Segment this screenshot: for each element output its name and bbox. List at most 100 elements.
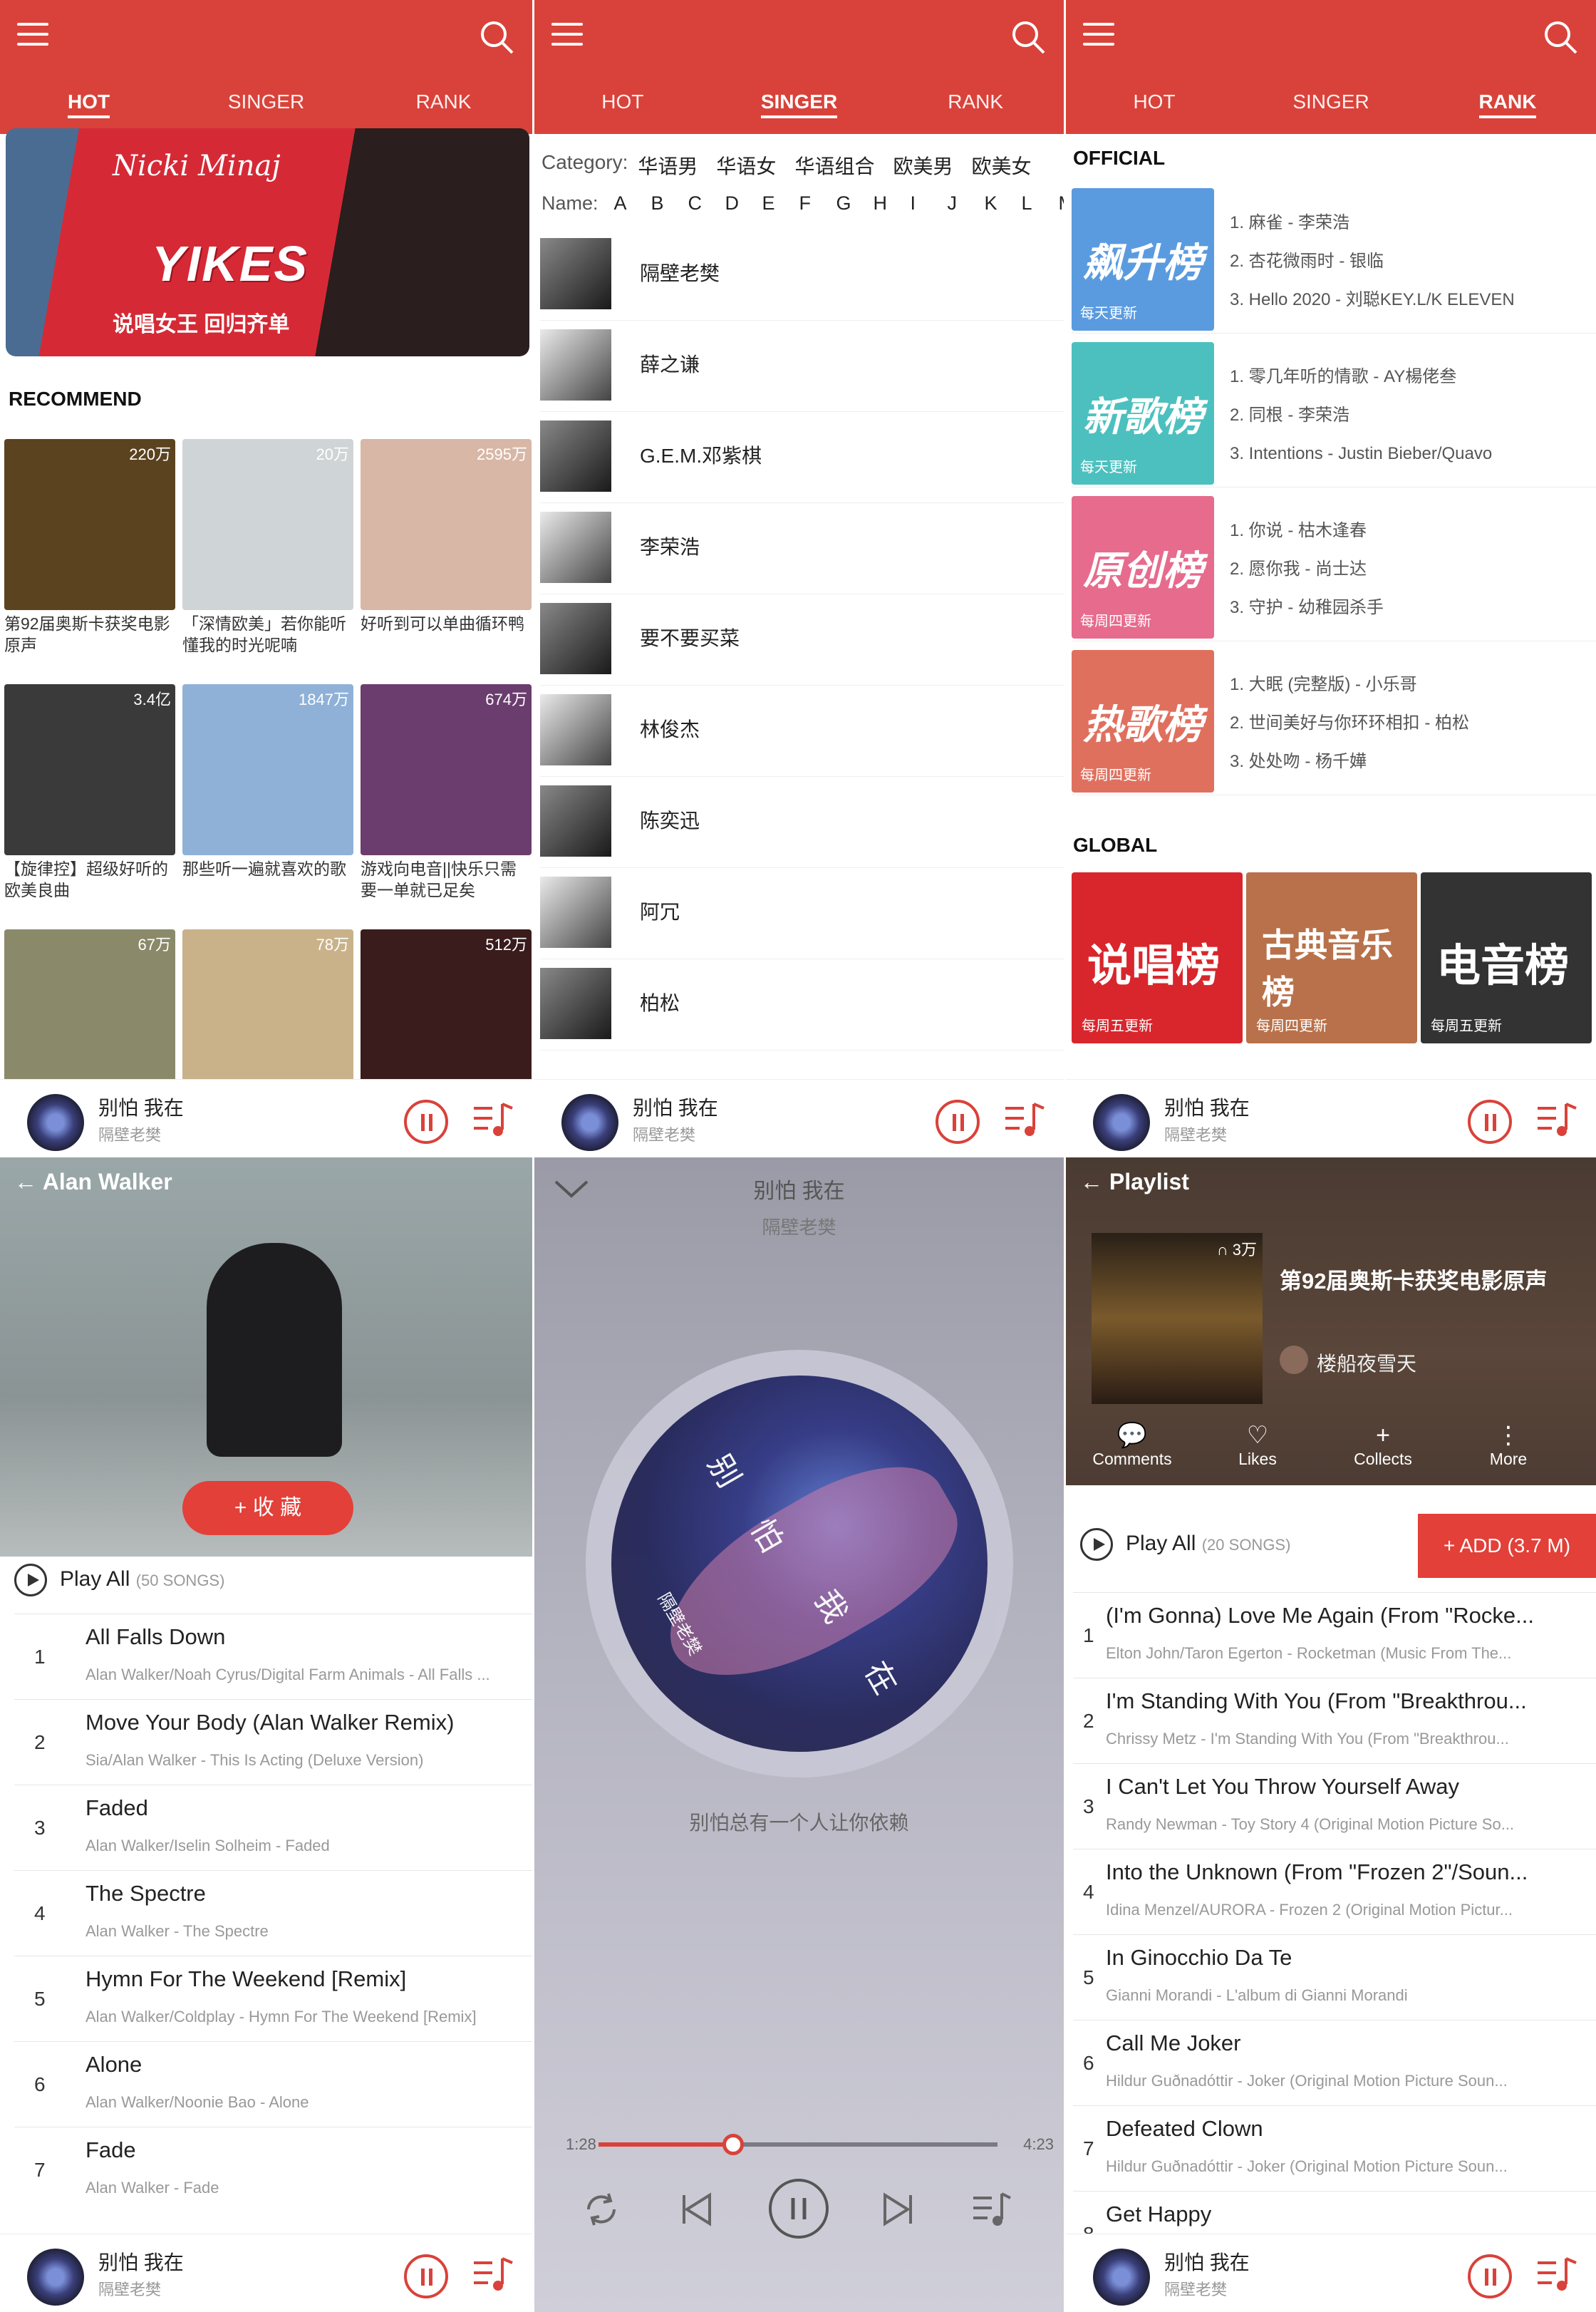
category-item[interactable]: 华语女 — [716, 151, 776, 180]
mini-player[interactable]: 别怕 我在 隔壁老樊 — [0, 1079, 532, 1157]
song-row[interactable]: 7 Fade Alan Walker - Fade — [14, 2127, 532, 2212]
letter-item[interactable]: B — [651, 192, 688, 215]
chart-row[interactable]: 飙升榜 每天更新 1. 麻雀 - 李荣浩 2. 杏花微雨时 - 银临 3. Hello … — [1072, 185, 1596, 334]
song-row[interactable]: 3 I Can't Let You Throw Yourself Away Rand… — [1073, 1763, 1596, 1849]
category-item[interactable]: 华语男 — [638, 151, 698, 180]
letter-item[interactable]: G — [836, 192, 874, 215]
singer-row[interactable]: 要不要买菜 — [540, 594, 1064, 686]
letter-item[interactable]: I — [911, 192, 948, 215]
search-icon[interactable] — [1542, 19, 1579, 56]
play-all-button[interactable]: Play All (20 SONGS) — [1080, 1528, 1290, 1561]
category-item[interactable]: 欧美男 — [893, 151, 953, 180]
menu-icon[interactable] — [17, 23, 48, 48]
previous-icon[interactable] — [675, 2188, 718, 2231]
letter-item[interactable]: C — [688, 192, 725, 215]
playlist-card[interactable]: 674万 游戏向电音||快乐只需要一单就已足矣 — [361, 684, 532, 901]
letter-item[interactable]: A — [614, 192, 651, 215]
letter-item[interactable]: D — [725, 192, 762, 215]
chart-row[interactable]: 热歌榜 每周四更新 1. 大眠 (完整版) - 小乐哥 2. 世间美好与你环环相扣 -… — [1072, 647, 1596, 795]
creator-name[interactable]: 楼船夜雪天 — [1317, 1348, 1416, 1377]
category-item[interactable]: 欧美女 — [971, 151, 1031, 180]
letter-item[interactable]: F — [799, 192, 836, 215]
collect-button[interactable]: + 收 藏 — [182, 1481, 353, 1535]
pause-button[interactable] — [1468, 2254, 1512, 2298]
playlist-card[interactable]: 512万 — [361, 929, 532, 1103]
letter-item[interactable]: L — [1022, 192, 1059, 215]
song-row[interactable]: 3 Faded Alan Walker/Iselin Solheim - Faded — [14, 1785, 532, 1870]
singer-row[interactable]: 柏松 — [540, 959, 1064, 1051]
singer-row[interactable]: 林俊杰 — [540, 686, 1064, 777]
song-row[interactable]: 7 Defeated Clown Hildur Guðnadóttir - Joke… — [1073, 2105, 1596, 2191]
tab-hot[interactable]: HOT — [534, 86, 711, 121]
action-collects[interactable]: + Collects — [1317, 1421, 1449, 1469]
song-row[interactable]: 1 All Falls Down Alan Walker/Noah Cyrus/Di… — [14, 1614, 532, 1699]
letter-item[interactable]: K — [985, 192, 1022, 215]
singer-row[interactable]: 隔壁老樊 — [540, 229, 1064, 321]
menu-icon[interactable] — [551, 23, 583, 48]
singer-row[interactable]: G.E.M.邓紫棋 — [540, 412, 1064, 503]
chart-row[interactable]: 新歌榜 每天更新 1. 零几年听的情歌 - AY楊佬叁 2. 同根 - 李荣浩 3. I… — [1072, 339, 1596, 487]
next-icon[interactable] — [876, 2188, 919, 2231]
playlist-icon[interactable] — [1002, 1098, 1047, 1142]
action-comments[interactable]: 💬 Comments — [1066, 1421, 1198, 1469]
playlist-card[interactable]: 2595万 好听到可以单曲循环鸭 — [361, 439, 532, 634]
add-button[interactable]: + ADD (3.7 M) — [1418, 1514, 1596, 1578]
playlist-icon[interactable] — [1535, 2253, 1579, 2297]
song-row[interactable]: 4 The Spectre Alan Walker - The Spectre — [14, 1870, 532, 1956]
song-row[interactable]: 6 Call Me Joker Hildur Guðnadóttir - Joker… — [1073, 2020, 1596, 2105]
action-likes[interactable]: ♡ Likes — [1191, 1421, 1324, 1469]
pause-button[interactable] — [936, 1100, 980, 1144]
singer-row[interactable]: 陈奕迅 — [540, 777, 1064, 868]
playlist-card[interactable]: 3.4亿 【旋律控】超级好听的欧美良曲 — [4, 684, 175, 901]
letter-item[interactable]: E — [762, 192, 799, 215]
tab-rank[interactable]: RANK — [1419, 86, 1596, 121]
menu-icon[interactable] — [1083, 23, 1114, 48]
tab-hot[interactable]: HOT — [0, 86, 177, 121]
playlist-card[interactable]: 1847万 那些听一遍就喜欢的歌 — [182, 684, 353, 879]
playlist-icon[interactable] — [1535, 1098, 1579, 1142]
song-row[interactable]: 5 In Ginocchio Da Te Gianni Morandi - L'al… — [1073, 1934, 1596, 2020]
banner[interactable]: Nicki Minaj YIKES 说唱女王 回归齐单 — [6, 128, 529, 356]
playlist-icon[interactable] — [970, 2188, 1013, 2231]
tab-rank[interactable]: RANK — [355, 86, 532, 121]
playlist-icon[interactable] — [471, 1098, 515, 1142]
tab-singer[interactable]: SINGER — [1243, 86, 1419, 121]
search-icon[interactable] — [478, 19, 515, 56]
singer-row[interactable]: 阿冗 — [540, 868, 1064, 959]
song-row[interactable]: 2 I'm Standing With You (From "Breakthrou… — [1073, 1678, 1596, 1763]
global-chart[interactable]: 说唱榜 每周五更新 — [1072, 872, 1243, 1043]
song-row[interactable]: 5 Hymn For The Weekend [Remix] Alan Walker… — [14, 1956, 532, 2041]
song-row[interactable]: 2 Move Your Body (Alan Walker Remix) Sia/A… — [14, 1699, 532, 1785]
playlist-card[interactable]: 78万 — [182, 929, 353, 1103]
tab-hot[interactable]: HOT — [1066, 86, 1243, 121]
mini-player[interactable]: 别怕 我在 隔壁老樊 — [534, 1079, 1064, 1157]
global-chart[interactable]: 古典音乐榜 每周四更新 — [1246, 872, 1417, 1043]
letter-item[interactable]: H — [874, 192, 911, 215]
playlist-card[interactable]: 220万 第92届奥斯卡获奖电影原声 — [4, 439, 175, 656]
tab-rank[interactable]: RANK — [887, 86, 1064, 121]
action-more[interactable]: ⋮ More — [1442, 1421, 1575, 1469]
progress-bar[interactable] — [598, 2134, 998, 2155]
pause-button[interactable] — [767, 2177, 831, 2241]
back-button[interactable]: ← Alan Walker — [14, 1169, 172, 1195]
pause-button[interactable] — [404, 1100, 448, 1144]
global-chart[interactable]: 电音榜 每周五更新 — [1421, 872, 1592, 1043]
pause-button[interactable] — [1468, 1100, 1512, 1144]
playlist-card[interactable]: 67万 — [4, 929, 175, 1103]
tab-singer[interactable]: SINGER — [177, 86, 355, 121]
mini-player[interactable]: 别怕 我在 隔壁老樊 — [1066, 1079, 1596, 1157]
playlist-icon[interactable] — [471, 2253, 515, 2297]
chart-row[interactable]: 原创榜 每周四更新 1. 你说 - 枯木逢春 2. 愿你我 - 尚士达 3. 守护 - … — [1072, 493, 1596, 641]
play-all-button[interactable]: Play All (50 SONGS) — [14, 1564, 224, 1596]
song-row[interactable]: 6 Alone Alan Walker/Noonie Bao - Alone — [14, 2041, 532, 2127]
tab-singer[interactable]: SINGER — [711, 86, 888, 121]
letter-item[interactable]: J — [948, 192, 985, 215]
singer-row[interactable]: 薛之谦 — [540, 321, 1064, 412]
progress-knob[interactable] — [722, 2134, 744, 2155]
mini-player[interactable]: 别怕 我在 隔壁老樊 — [0, 2234, 532, 2312]
category-item[interactable]: 华语组合 — [794, 151, 874, 180]
back-button[interactable]: ← Playlist — [1080, 1169, 1189, 1195]
repeat-icon[interactable] — [580, 2188, 623, 2231]
playlist-card[interactable]: 20万 「深情欧美」若你能听懂我的时光呢喃 — [182, 439, 353, 656]
song-row[interactable]: 4 Into the Unknown (From "Frozen 2"/Soun.… — [1073, 1849, 1596, 1934]
